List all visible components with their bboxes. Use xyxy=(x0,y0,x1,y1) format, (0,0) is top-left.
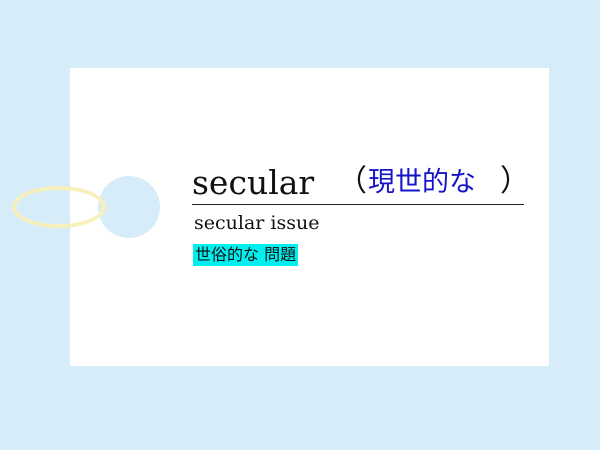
card-ring xyxy=(12,186,106,228)
close-paren: ） xyxy=(500,164,530,199)
example-translation: 世俗的な 問題 xyxy=(193,244,299,266)
open-paren: （ xyxy=(337,164,367,199)
card-punch-hole xyxy=(98,176,160,238)
headword: secular xyxy=(192,163,315,202)
example-phrase: secular issue xyxy=(194,212,320,234)
headword-line: secular （ 現世的な ） xyxy=(192,162,530,205)
headword-meaning: 現世的な xyxy=(368,167,476,198)
